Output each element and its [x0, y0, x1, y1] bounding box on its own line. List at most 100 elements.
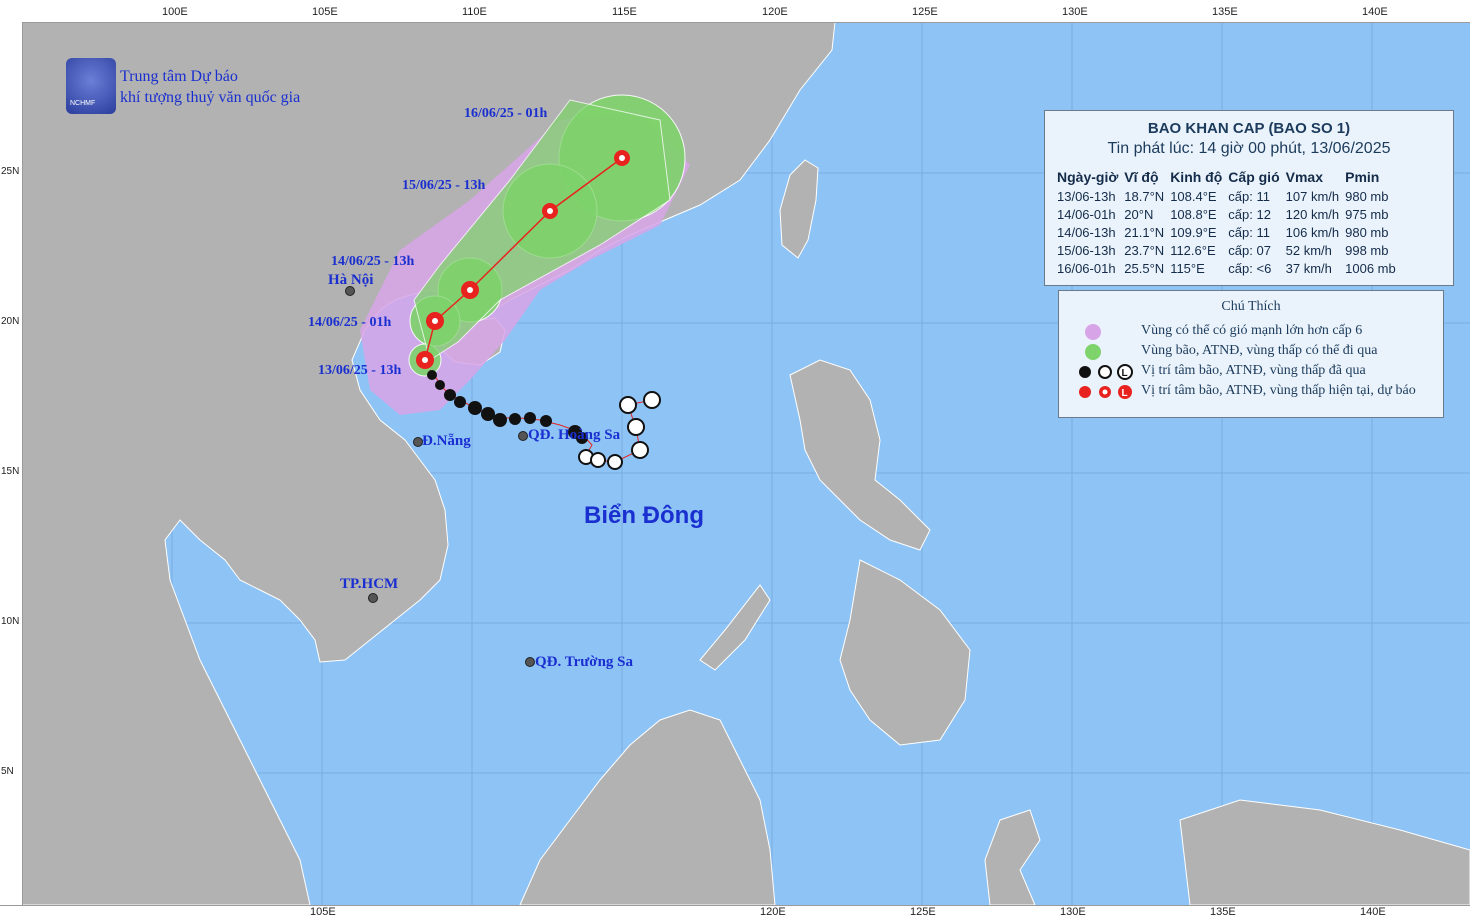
lat-tick: 5N: [1, 766, 14, 777]
lat-tick: 20N: [1, 316, 20, 327]
cell: 108.4°E: [1170, 189, 1217, 204]
bulletin-panel: BAO KHAN CAP (BAO SO 1) Tin phát lúc: 14…: [1044, 110, 1454, 286]
lon-tick: 105E: [310, 906, 336, 918]
lon-tick: 130E: [1062, 6, 1088, 18]
cell: cấp: 07: [1228, 243, 1271, 258]
place-danang: Đ.Nẵng: [422, 433, 471, 449]
cell: 109.9°E: [1170, 225, 1217, 240]
lon-tick: 125E: [912, 6, 938, 18]
lon-tick: 115E: [612, 6, 637, 18]
cell: 20°N: [1124, 207, 1154, 222]
past-symbols-icon: L: [1079, 364, 1133, 380]
nchmf-logo-icon: NCHMF: [66, 58, 116, 114]
org-name: Trung tâm Dự báo khí tượng thuỷ văn quốc…: [120, 66, 300, 108]
col-header: Vmax: [1285, 169, 1323, 185]
legend-label: Vùng bão, ATNĐ, vùng thấp có thể đi qua: [1141, 343, 1378, 358]
longitude-axis-top: 100E 105E 110E 115E 120E 125E 130E 135E …: [0, 0, 1470, 23]
cell: 112.6°E: [1170, 243, 1216, 258]
cell: 115°E: [1170, 261, 1205, 276]
org-line2: khí tượng thuỷ văn quốc gia: [120, 89, 301, 106]
cell: 980 mb: [1345, 189, 1389, 204]
cell: 975 mb: [1345, 207, 1389, 222]
lon-tick: 140E: [1362, 6, 1388, 18]
lon-tick: 110E: [462, 6, 487, 18]
col-header: Ngày-giờ: [1057, 169, 1119, 185]
hcm-marker: [368, 593, 378, 603]
table-row: 16/06-01h 25.5°N 115°E cấp: <6 37 km/h 1…: [1057, 260, 1402, 278]
cell: cấp: 12: [1228, 207, 1271, 222]
legend-label: Vùng có thể có gió mạnh lớn hơn cấp 6: [1141, 323, 1363, 338]
cell: 107 km/h: [1285, 189, 1340, 204]
track-label-16-01h: 16/06/25 - 01h: [464, 106, 548, 121]
cell: 1006 mb: [1345, 261, 1396, 276]
lon-tick: 135E: [1210, 906, 1236, 918]
cell: 980 mb: [1345, 225, 1389, 240]
legend-title: Chú Thích: [1221, 299, 1281, 314]
cell: 37 km/h: [1285, 261, 1332, 276]
current-symbols-icon: L: [1079, 385, 1132, 399]
place-hanoi: Hà Nội: [328, 272, 374, 288]
cell: cấp: 11: [1228, 189, 1270, 204]
cell: 16/06-01h: [1057, 261, 1116, 276]
col-header: Vĩ độ: [1124, 169, 1159, 185]
col-header: Kinh độ: [1170, 169, 1223, 185]
lon-tick: 105E: [312, 6, 338, 18]
col-header: Pmin: [1345, 169, 1380, 185]
cell: 15/06-13h: [1057, 243, 1116, 258]
cell: 14/06-01h: [1057, 207, 1116, 222]
table-row: 13/06-13h 18.7°N 108.4°E cấp: 11 107 km/…: [1057, 188, 1402, 206]
lon-tick: 130E: [1060, 906, 1086, 918]
lat-tick: 15N: [1, 466, 20, 477]
org-line1: Trung tâm Dự báo: [120, 68, 238, 85]
legend-item-past: L Vị trí tâm bão, ATNĐ, vùng thấp đã qua: [1071, 361, 1441, 381]
logo-text: NCHMF: [70, 100, 96, 107]
track-label-15-13h: 15/06/25 - 13h: [402, 178, 486, 193]
legend-item-strong-wind: Vùng có thể có gió mạnh lớn hơn cấp 6: [1071, 321, 1441, 341]
cell: 52 km/h: [1285, 243, 1332, 258]
table-row: 14/06-13h 21.1°N 109.9°E cấp: 11 106 km/…: [1057, 224, 1402, 242]
legend-panel: Chú Thích Vùng có thể có gió mạnh lớn hơ…: [1058, 290, 1444, 418]
longitude-axis-bottom: 105E 120E 125E 130E 135E 140E: [0, 905, 1470, 920]
cell: 106 km/h: [1285, 225, 1340, 240]
forecast-table: Ngày-giờ Vĩ độ Kinh độ Cấp gió Vmax Pmin…: [1057, 169, 1402, 278]
lon-tick: 120E: [762, 6, 788, 18]
cell: 13/06-13h: [1057, 189, 1116, 204]
cell: cấp: 11: [1228, 225, 1270, 240]
latitude-axis: 25N 20N 15N 10N 5N: [0, 22, 23, 905]
lon-tick: 140E: [1360, 906, 1386, 918]
bulletin-title: BAO KHAN CAP (BAO SO 1): [1147, 120, 1351, 137]
lon-tick: 120E: [760, 906, 786, 918]
cell: 998 mb: [1345, 243, 1389, 258]
legend-item-current: L Vị trí tâm bão, ATNĐ, vùng thấp hiện t…: [1071, 381, 1441, 401]
strong-wind-swatch-icon: [1085, 324, 1101, 340]
bulletin-issued: Tin phát lúc: 14 giờ 00 phút, 13/06/2025: [1107, 140, 1391, 157]
cell: 120 km/h: [1285, 207, 1340, 222]
cell: 25.5°N: [1124, 261, 1165, 276]
legend-label: Vị trí tâm bão, ATNĐ, vùng thấp hiện tại…: [1141, 383, 1416, 398]
table-header-row: Ngày-giờ Vĩ độ Kinh độ Cấp gió Vmax Pmin: [1057, 169, 1402, 188]
track-label-14-01h: 14/06/25 - 01h: [308, 315, 392, 330]
track-label-14-13h: 14/06/25 - 13h: [331, 254, 415, 269]
lon-tick: 125E: [910, 906, 936, 918]
hoangsa-marker: [518, 431, 528, 441]
lon-tick: 135E: [1212, 6, 1238, 18]
place-hcm: TP.HCM: [340, 576, 399, 592]
current-low-symbol: L: [1122, 388, 1128, 399]
table-row: 15/06-13h 23.7°N 112.6°E cấp: 07 52 km/h…: [1057, 242, 1402, 260]
col-header: Cấp gió: [1228, 169, 1280, 185]
cell: 21.1°N: [1124, 225, 1165, 240]
place-hoangsa: QĐ. Hoàng Sa: [528, 427, 621, 443]
place-truongsa: QĐ. Trường Sa: [535, 654, 634, 670]
storm-zone-swatch-icon: [1085, 344, 1101, 360]
sea-name: Biển Đông: [584, 502, 704, 529]
lat-tick: 10N: [1, 616, 20, 627]
table-row: 14/06-01h 20°N 108.8°E cấp: 12 120 km/h …: [1057, 206, 1402, 224]
legend-label: Vị trí tâm bão, ATNĐ, vùng thấp đã qua: [1141, 363, 1366, 378]
lon-tick: 100E: [162, 6, 188, 18]
past-low-symbol: L: [1122, 368, 1128, 379]
legend-item-storm-zone: Vùng bão, ATNĐ, vùng thấp có thể đi qua: [1071, 341, 1441, 361]
cell: 18.7°N: [1124, 189, 1165, 204]
cell: 14/06-13h: [1057, 225, 1116, 240]
track-label-13-13h: 13/06/25 - 13h: [318, 363, 402, 378]
lat-tick: 25N: [1, 166, 20, 177]
